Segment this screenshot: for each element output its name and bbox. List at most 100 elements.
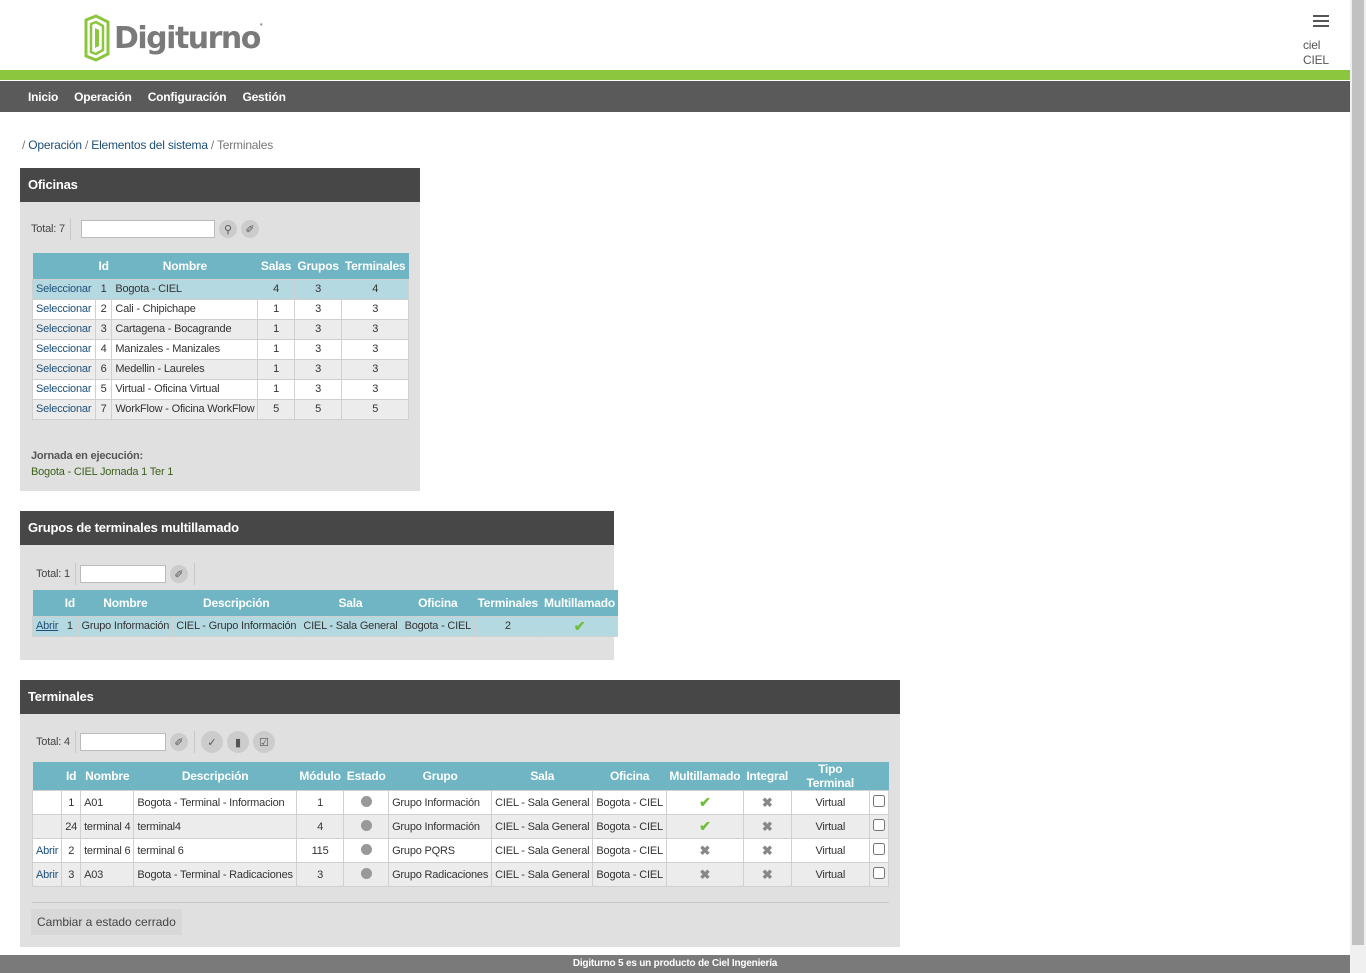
nav-operacion[interactable]: Operación bbox=[74, 90, 132, 104]
descripcion-cell: CIEL - Grupo Información bbox=[172, 615, 301, 637]
abrir-link[interactable]: Abrir bbox=[36, 845, 58, 857]
nav-gestion[interactable]: Gestión bbox=[242, 90, 285, 104]
seleccionar-link[interactable]: Seleccionar bbox=[36, 363, 91, 375]
column-header[interactable] bbox=[32, 762, 62, 791]
salas-cell: 5 bbox=[257, 398, 295, 420]
id-cell: 24 bbox=[61, 814, 82, 839]
id-cell: 3 bbox=[94, 318, 113, 340]
row-checkbox[interactable] bbox=[873, 819, 885, 831]
action-cell: Abrir bbox=[31, 862, 63, 887]
cambiar-estado-cerrado-button[interactable]: Cambiar a estado cerrado bbox=[31, 909, 182, 935]
row-checkbox[interactable] bbox=[873, 867, 885, 879]
seleccionar-link[interactable]: Seleccionar bbox=[36, 323, 91, 335]
digiturno-logo-icon bbox=[84, 14, 110, 62]
column-header[interactable]: Módulo bbox=[296, 762, 344, 791]
column-header[interactable]: Sala bbox=[299, 590, 402, 616]
checklist-icon[interactable]: ☑ bbox=[252, 731, 275, 753]
nombre-cell: A03 bbox=[80, 862, 135, 887]
seleccionar-link[interactable]: Seleccionar bbox=[36, 343, 91, 355]
abrir-link[interactable]: Abrir bbox=[36, 869, 58, 881]
status-dot-icon bbox=[360, 795, 372, 807]
column-header[interactable]: Multillamado bbox=[666, 762, 744, 791]
nombre-cell: terminal 6 bbox=[80, 838, 135, 863]
abrir-link[interactable]: Abrir bbox=[36, 620, 58, 632]
column-header[interactable]: Grupo bbox=[388, 762, 492, 791]
toggle-icon[interactable]: ▮ bbox=[226, 731, 249, 753]
clear-brush-icon[interactable]: ✐ bbox=[240, 220, 259, 238]
multillamado-cell: ✔ bbox=[665, 790, 744, 815]
check-icon: ✔ bbox=[699, 794, 711, 810]
row-checkbox[interactable] bbox=[873, 795, 885, 807]
terminales-search-input[interactable] bbox=[79, 733, 166, 751]
nav-inicio[interactable]: Inicio bbox=[28, 90, 58, 104]
select-cell bbox=[869, 838, 889, 863]
grupos-search-input[interactable] bbox=[79, 565, 166, 583]
oficinas-search-input[interactable] bbox=[80, 220, 215, 238]
grupos-panel: Grupos de terminales multillamado Total:… bbox=[20, 511, 619, 660]
select-all-icon[interactable]: ✓ bbox=[200, 731, 223, 753]
cross-icon: ✖ bbox=[699, 866, 711, 882]
column-header[interactable]: Oficina bbox=[401, 590, 475, 616]
column-header[interactable]: Terminales bbox=[341, 253, 409, 279]
descripcion-cell: Bogota - Terminal - Radicaciones bbox=[133, 862, 297, 887]
column-header[interactable]: Id bbox=[61, 762, 81, 791]
id-cell: 4 bbox=[94, 338, 113, 360]
action-cell bbox=[31, 814, 63, 839]
clear-brush-icon[interactable]: ✐ bbox=[169, 565, 188, 583]
terminales-cell: 5 bbox=[341, 398, 409, 420]
id-cell: 2 bbox=[94, 298, 113, 320]
column-header[interactable]: Tipo Terminal bbox=[791, 762, 870, 791]
column-header[interactable] bbox=[32, 590, 62, 616]
column-header[interactable]: Nombre bbox=[111, 253, 258, 279]
oficinas-toolbar: Total: 7 ⚲ ✐ bbox=[31, 218, 259, 240]
hamburger-icon[interactable] bbox=[1313, 15, 1329, 28]
column-header[interactable]: Nombre bbox=[80, 762, 134, 791]
column-header[interactable]: Terminales bbox=[474, 590, 542, 616]
oficina-cell: Bogota - CIEL bbox=[400, 615, 476, 637]
terminales-cell: 4 bbox=[341, 278, 409, 300]
search-icon[interactable]: ⚲ bbox=[218, 220, 237, 238]
clear-brush-icon[interactable]: ✐ bbox=[169, 733, 188, 751]
column-header[interactable]: Id bbox=[95, 253, 112, 279]
descripcion-cell: terminal 6 bbox=[133, 838, 297, 863]
table-row: Seleccionar 6 Medellin - Laureles 1 3 3 bbox=[32, 358, 409, 380]
breadcrumb-operacion[interactable]: Operación bbox=[28, 138, 82, 152]
column-header[interactable]: Integral bbox=[743, 762, 792, 791]
nombre-cell: Cali - Chipichape bbox=[111, 298, 259, 320]
seleccionar-link[interactable]: Seleccionar bbox=[36, 383, 91, 395]
footer: Digiturno 5 es un producto de Ciel Ingen… bbox=[0, 955, 1350, 973]
total-count: 4 bbox=[63, 736, 70, 748]
column-header[interactable]: Oficina bbox=[592, 762, 667, 791]
column-header[interactable]: Salas bbox=[257, 253, 295, 279]
seleccionar-link[interactable]: Seleccionar bbox=[36, 303, 91, 315]
column-header[interactable]: Descripción bbox=[172, 590, 300, 616]
logo[interactable]: Digiturno • bbox=[82, 14, 263, 62]
action-cell: Seleccionar bbox=[32, 338, 96, 360]
action-cell: Seleccionar bbox=[32, 298, 96, 320]
column-header[interactable]: Grupos bbox=[294, 253, 342, 279]
total-label: Total: bbox=[36, 736, 62, 748]
nav-configuracion[interactable]: Configuración bbox=[148, 90, 227, 104]
modulo-cell: 3 bbox=[295, 862, 345, 887]
grupo-cell: Grupo Información bbox=[388, 814, 493, 839]
main-nav: Inicio Operación Configuración Gestión bbox=[0, 81, 1350, 112]
id-cell: 1 bbox=[94, 278, 113, 300]
column-header[interactable] bbox=[869, 762, 889, 791]
nombre-cell: Manizales - Manizales bbox=[111, 338, 259, 360]
oficinas-panel: Oficinas Total: 7 ⚲ ✐ Id Nombre Salas Grupo… bbox=[20, 168, 420, 491]
column-header[interactable]: Nombre bbox=[78, 590, 173, 616]
breadcrumb-current: Terminales bbox=[216, 138, 274, 152]
column-header[interactable]: Estado bbox=[343, 762, 389, 791]
breadcrumb-elementos[interactable]: Elementos del sistema bbox=[91, 138, 208, 152]
column-header[interactable]: Sala bbox=[491, 762, 593, 791]
id-cell: 7 bbox=[94, 398, 113, 420]
row-checkbox[interactable] bbox=[873, 843, 885, 855]
seleccionar-link[interactable]: Seleccionar bbox=[36, 403, 91, 415]
panel-title: Grupos de terminales multillamado bbox=[20, 511, 614, 545]
column-header[interactable]: Id bbox=[61, 590, 78, 616]
column-header[interactable]: Descripción bbox=[133, 762, 297, 791]
column-header[interactable]: Multillamado bbox=[541, 590, 618, 616]
scrollbar-thumb[interactable] bbox=[1352, 0, 1364, 945]
column-header[interactable] bbox=[32, 253, 96, 279]
seleccionar-link[interactable]: Seleccionar bbox=[36, 283, 91, 295]
